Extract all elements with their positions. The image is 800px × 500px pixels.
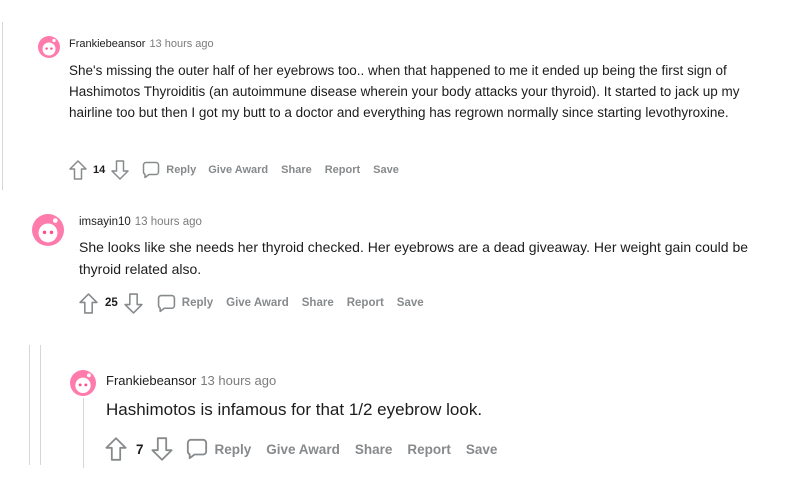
- comment: imsayin10 13 hours ago She looks like she…: [0, 200, 800, 330]
- comment-meta: Frankiebeansor 13 hours ago: [106, 373, 276, 388]
- speech-bubble-icon: [142, 161, 160, 179]
- reply-label: Reply: [214, 441, 252, 457]
- give-award-button[interactable]: Give Award: [208, 164, 268, 176]
- username[interactable]: Frankiebeansor: [106, 373, 196, 388]
- arrow-down-icon[interactable]: [123, 292, 145, 314]
- comment-actions: 7 Reply Give Award Share Report Save: [104, 437, 497, 461]
- comment-actions: 14 Reply Give Award Share Report Save: [68, 160, 399, 180]
- arrow-down-icon[interactable]: [150, 437, 174, 461]
- give-award-button[interactable]: Give Award: [226, 297, 289, 309]
- comment-actions: 25 Reply Give Award Share Report Save: [77, 292, 424, 314]
- arrow-down-icon[interactable]: [110, 160, 130, 180]
- reply-button[interactable]: Reply: [157, 294, 213, 313]
- comment-body: She looks like she needs her thyroid che…: [79, 239, 749, 277]
- share-button[interactable]: Share: [355, 442, 393, 457]
- username[interactable]: Frankiebeansor: [69, 38, 145, 50]
- arrow-up-icon[interactable]: [77, 292, 99, 314]
- reply-label: Reply: [181, 297, 214, 309]
- save-button[interactable]: Save: [466, 442, 498, 457]
- share-button[interactable]: Share: [302, 297, 334, 309]
- comment-meta: imsayin10 13 hours ago: [79, 216, 202, 228]
- timestamp[interactable]: 13 hours ago: [149, 38, 213, 50]
- report-button[interactable]: Report: [407, 442, 451, 457]
- comment-meta: Frankiebeansor 13 hours ago: [69, 38, 214, 50]
- share-button[interactable]: Share: [281, 164, 312, 176]
- comment-body: She's missing the outer half of her eyeb…: [69, 63, 740, 120]
- arrow-up-icon[interactable]: [68, 160, 88, 180]
- save-button[interactable]: Save: [397, 297, 424, 309]
- reply-label: Reply: [166, 164, 197, 176]
- speech-bubble-icon: [157, 294, 176, 313]
- snoo-avatar-icon[interactable]: [32, 214, 64, 246]
- timestamp[interactable]: 13 hours ago: [200, 373, 276, 388]
- vote-score: 25: [105, 297, 118, 309]
- give-award-button[interactable]: Give Award: [266, 442, 340, 457]
- save-button[interactable]: Save: [373, 164, 399, 176]
- timestamp[interactable]: 13 hours ago: [135, 216, 202, 228]
- comment-body: Hashimotos is infamous for that 1/2 eyeb…: [106, 400, 483, 419]
- snoo-avatar-icon[interactable]: [38, 36, 60, 58]
- vote-score: 14: [93, 164, 106, 176]
- snoo-avatar-icon[interactable]: [70, 370, 96, 396]
- comment: Frankiebeansor 13 hours ago She's missing…: [0, 0, 800, 190]
- report-button[interactable]: Report: [325, 164, 360, 176]
- comment-reply: Frankiebeansor 13 hours ago Hashimotos is…: [0, 360, 800, 470]
- arrow-up-icon[interactable]: [104, 437, 128, 461]
- report-button[interactable]: Report: [347, 297, 384, 309]
- vote-score: 7: [136, 441, 144, 457]
- username[interactable]: imsayin10: [79, 216, 131, 228]
- reply-button[interactable]: Reply: [186, 438, 252, 460]
- speech-bubble-icon: [186, 438, 208, 460]
- reply-button[interactable]: Reply: [142, 161, 196, 179]
